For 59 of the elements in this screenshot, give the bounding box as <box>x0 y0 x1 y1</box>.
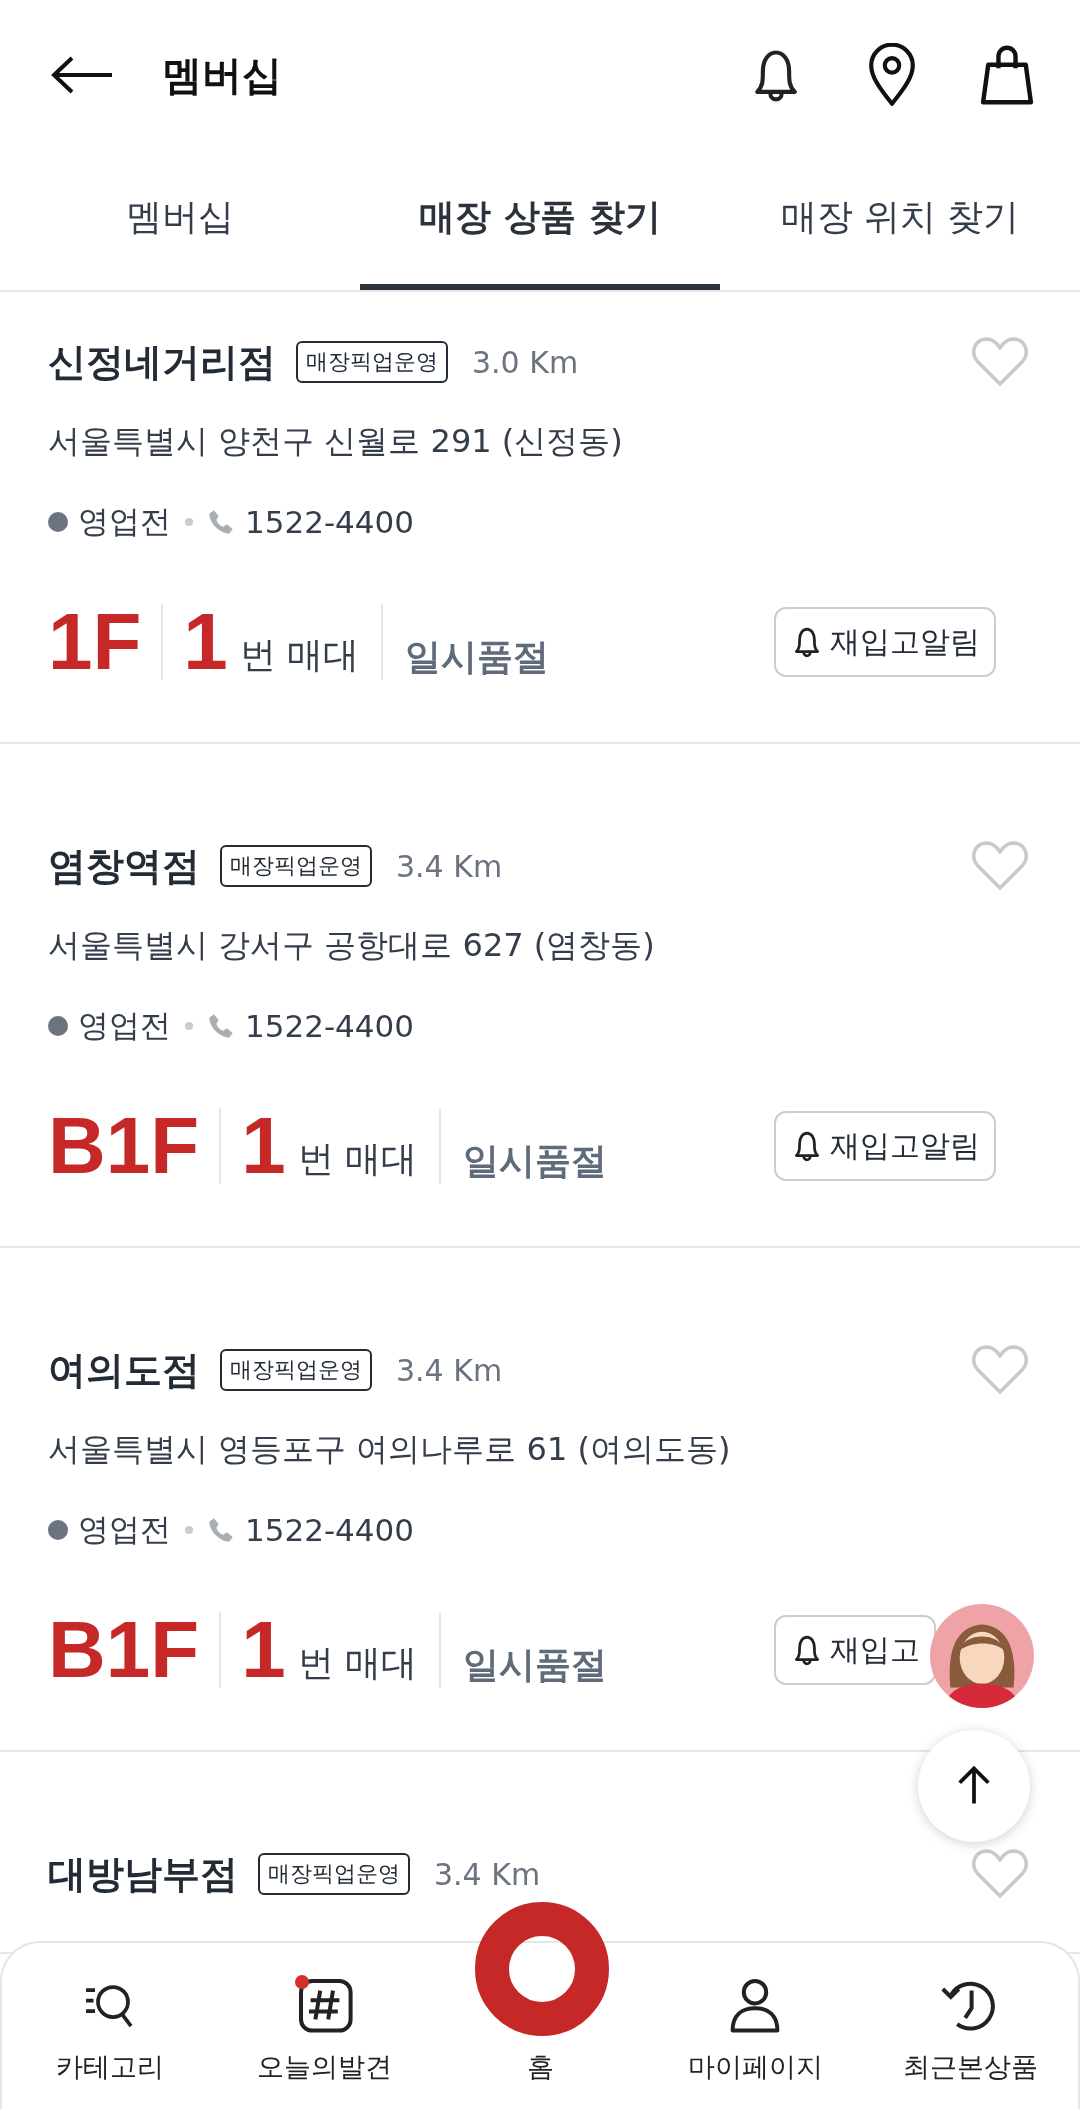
phone-number[interactable]: 1522-4400 <box>245 1008 414 1044</box>
location-pin-icon[interactable] <box>866 43 918 107</box>
page-title: 멤버십 <box>162 50 283 100</box>
restock-alert-button[interactable]: 재입고알림 <box>774 1111 996 1181</box>
stock-status: 일시품절 <box>405 635 551 679</box>
phone-icon <box>207 1516 235 1544</box>
stock-status: 일시품절 <box>463 1643 609 1687</box>
store-status: 영업전 <box>78 502 171 541</box>
status-dot-icon <box>48 1520 68 1540</box>
floor-label: B1F <box>48 1610 200 1690</box>
nav-item[interactable]: 최근본상품 <box>902 2049 1038 2085</box>
pickup-tag: 매장픽업운영 <box>296 341 448 383</box>
store-name[interactable]: 대방남부점 <box>48 1848 238 1900</box>
nav-item[interactable]: 카테고리 <box>55 2049 164 2085</box>
store-distance: 3.4 Km <box>434 1856 542 1892</box>
store-address: 서울특별시 영등포구 여의나루로 61 (여의도동) <box>48 1429 732 1470</box>
store-name[interactable]: 신정네거리점 <box>48 336 276 388</box>
scroll-to-top-button[interactable] <box>918 1730 1030 1842</box>
separator-dot-icon <box>185 518 193 526</box>
stand-label: 번 매대 <box>239 633 360 677</box>
tab[interactable]: 매장 상품 찾기 <box>360 150 720 290</box>
stand-label: 번 매대 <box>297 1641 418 1685</box>
pickup-tag: 매장픽업운영 <box>220 1349 372 1391</box>
phone-icon <box>207 508 235 536</box>
restock-alert-button[interactable]: 재입고알림 <box>774 607 996 677</box>
stand-number: 1 <box>241 1610 286 1690</box>
pickup-tag: 매장픽업운영 <box>258 1853 410 1895</box>
status-dot-icon <box>48 512 68 532</box>
separator-dot-icon <box>185 1022 193 1030</box>
nav-item[interactable]: 홈 <box>526 2049 554 2085</box>
floor-label: B1F <box>48 1106 200 1186</box>
phone-number[interactable]: 1522-4400 <box>245 1512 414 1548</box>
stand-number: 1 <box>183 602 228 682</box>
store-status: 영업전 <box>78 1510 171 1549</box>
nav-item[interactable]: 마이페이지 <box>687 2049 823 2085</box>
stock-status: 일시품절 <box>463 1139 609 1183</box>
store-name[interactable]: 염창역점 <box>48 840 200 892</box>
store-name[interactable]: 여의도점 <box>48 1344 200 1396</box>
tab[interactable]: 멤버십 <box>0 150 360 290</box>
pickup-tag: 매장픽업운영 <box>220 845 372 887</box>
phone-icon <box>207 1012 235 1040</box>
stand-label: 번 매대 <box>297 1137 418 1181</box>
store-distance: 3.4 Km <box>396 848 504 884</box>
shopping-bag-icon[interactable] <box>978 44 1036 106</box>
separator-dot-icon <box>185 1526 193 1534</box>
restock-alert-button[interactable]: 재입고 <box>774 1615 936 1685</box>
nav-item[interactable]: 오늘의발견 <box>257 2049 393 2085</box>
store-distance: 3.0 Km <box>472 344 580 380</box>
store-status: 영업전 <box>78 1006 171 1045</box>
phone-number[interactable]: 1522-4400 <box>245 504 414 540</box>
store-address: 서울특별시 강서구 공항대로 627 (염창동) <box>48 925 656 966</box>
store-distance: 3.4 Km <box>396 1352 504 1388</box>
stand-number: 1 <box>241 1106 286 1186</box>
floor-label: 1F <box>48 602 142 682</box>
store-address: 서울특별시 양천구 신월로 291 (신정동) <box>48 421 624 462</box>
status-dot-icon <box>48 1016 68 1036</box>
tab[interactable]: 매장 위치 찾기 <box>720 150 1080 290</box>
home-ring-icon[interactable] <box>474 1901 610 2037</box>
back-arrow-icon[interactable] <box>50 55 114 95</box>
